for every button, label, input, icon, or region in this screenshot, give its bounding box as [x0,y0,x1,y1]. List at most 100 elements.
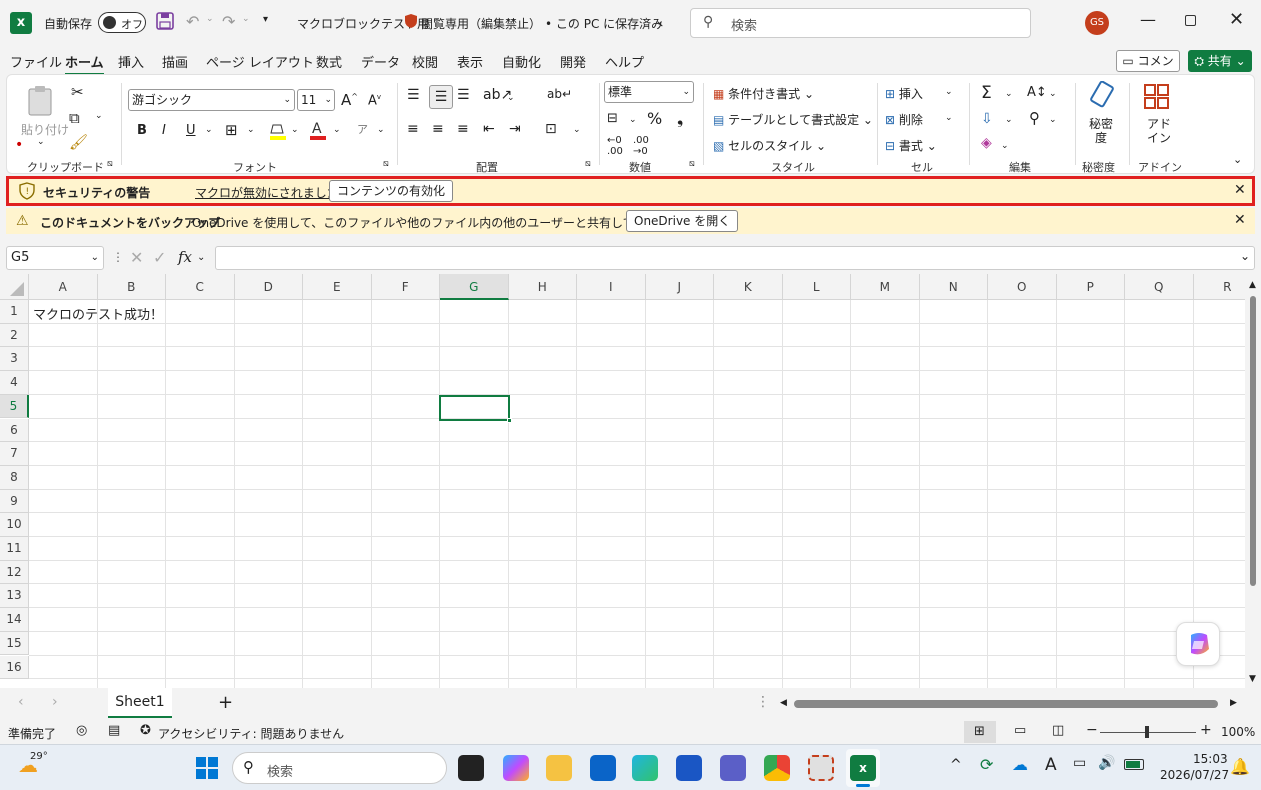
border-dropdown-icon[interactable]: ⌄ [247,125,255,135]
enable-content-button[interactable]: コンテンツの有効化 [329,180,454,202]
insert-function-button[interactable]: fx [178,248,192,266]
accounting-icon[interactable]: ⊟ [607,111,618,126]
store-icon[interactable] [676,755,702,781]
ime-icon[interactable]: A [1045,755,1057,775]
undo-icon[interactable]: ↶ [186,12,199,31]
column-header-l[interactable]: L [782,274,851,300]
find-icon[interactable]: ⚲ [1029,109,1040,127]
cell-a1[interactable]: マクロのテスト成功！ [33,304,163,323]
ribbon-collapse-icon[interactable]: ⌄ [1233,153,1242,166]
clipboard-launcher-icon[interactable]: ⧅ [107,159,113,169]
redo-icon[interactable]: ↷ [222,12,235,31]
scroll-left-icon[interactable]: ◀ [780,698,787,708]
autosum-dropdown-icon[interactable]: ⌄ [1005,89,1013,99]
close-icon[interactable]: ✕ [1229,9,1244,30]
bold-button[interactable]: B [137,123,147,138]
task-view-icon[interactable] [458,755,484,781]
row-header-14[interactable]: 14 [0,608,29,632]
column-header-q[interactable]: Q [1125,274,1194,300]
outlook-icon[interactable] [590,755,616,781]
tab-review[interactable]: 校閲 [412,52,438,71]
tab-help[interactable]: ヘルプ [605,52,644,71]
save-location[interactable]: • この PC に保存済み [545,15,663,32]
shrink-font-icon[interactable]: Av [368,93,381,108]
column-header-f[interactable]: F [371,274,440,300]
customize-qat-icon[interactable]: ▾ [263,14,268,25]
align-left-icon[interactable]: ≡ [407,121,419,137]
font-launcher-icon[interactable]: ⧅ [383,159,389,169]
clock-time[interactable]: 15:03 [1193,752,1228,766]
row-header-9[interactable]: 9 [0,489,29,514]
copy-icon[interactable]: ⧉ [69,109,80,127]
insert-cells-button[interactable]: ⊞ 挿入 [885,85,923,102]
row-header-1[interactable]: 1 [0,300,29,324]
sort-filter-icon[interactable]: A↕ [1027,85,1047,100]
column-header-k[interactable]: K [714,274,783,300]
scroll-down-icon[interactable]: ▼ [1249,674,1256,684]
clear-icon[interactable]: ◈ [981,135,992,151]
border-icon[interactable]: ⊞ [225,121,238,139]
display-icon[interactable]: ▭ [1073,755,1086,771]
formula-expand-icon[interactable]: ⌄ [1240,249,1250,263]
align-center-icon[interactable]: ≡ [432,121,444,137]
row-header-12[interactable]: 12 [0,560,29,585]
tray-overflow-icon[interactable]: ^ [950,757,962,773]
number-launcher-icon[interactable]: ⧅ [689,159,695,169]
copy-dropdown-icon[interactable]: ⌄ [95,111,103,121]
merge-center-icon[interactable]: ⊡ [545,121,557,137]
zoom-in-icon[interactable]: + [1200,722,1212,738]
clear-dropdown-icon[interactable]: ⌄ [1001,141,1009,151]
start-icon[interactable] [196,757,218,779]
function-dropdown-icon[interactable]: ⌄ [197,252,205,263]
alignment-launcher-icon[interactable]: ⧅ [585,159,591,169]
addins-button[interactable]: アド イン [1147,117,1171,145]
autosave-toggle[interactable]: オフ [98,12,146,33]
sensitivity-icon[interactable] [1089,81,1117,109]
underline-dropdown-icon[interactable]: ⌄ [205,125,213,135]
horizontal-scroll-thumb[interactable] [794,700,1218,708]
column-header-m[interactable]: M [851,274,920,300]
share-button[interactable]: ⛭ 共有 ⌄ [1188,50,1252,72]
spreadsheet-grid[interactable]: ABCDEFGHIJKLMNOPQR 1 2 3 4 5 6 7 8 9 10 11 12 13 14 15… [0,274,1261,688]
paste-dropdown-icon[interactable]: ⌄ [37,137,45,147]
enter-icon[interactable]: ✓ [153,248,166,267]
volume-icon[interactable]: 🔊 [1098,755,1115,771]
row-header-4[interactable]: 4 [0,371,29,395]
teams-icon[interactable] [720,755,746,781]
tab-file[interactable]: ファイル [10,52,62,71]
taskbar-search[interactable]: ⚲ 検索 [232,752,447,784]
column-header-p[interactable]: P [1056,274,1125,300]
fill-icon[interactable]: ⇩ [981,111,993,127]
number-format-select[interactable]: 標準 ⌄ [604,81,694,103]
fill-dropdown-icon[interactable]: ⌄ [291,125,299,135]
zoom-level[interactable]: 100% [1221,725,1255,739]
accessibility-status[interactable]: アクセシビリティ: 問題ありません [158,725,344,742]
row-header-8[interactable]: 8 [0,465,29,490]
zoom-out-icon[interactable]: − [1086,722,1098,738]
format-cells-button[interactable]: ⊟ 書式 ⌄ [885,137,937,154]
column-header-d[interactable]: D [234,274,303,300]
page-layout-view-icon[interactable]: ▭ [1014,723,1026,738]
scroll-right-icon[interactable]: ▶ [1230,698,1237,708]
addins-icon[interactable] [1143,83,1171,111]
tab-data[interactable]: データ [361,52,400,71]
restore-icon[interactable] [1185,15,1196,26]
column-header-n[interactable]: N [919,274,988,300]
column-header-h[interactable]: H [508,274,577,300]
snipping-tool-icon[interactable] [808,755,834,781]
open-onedrive-button[interactable]: OneDrive を開く [626,210,739,232]
m365-icon[interactable] [503,755,529,781]
row-header-16[interactable]: 16 [0,655,29,680]
phonetic-dropdown-icon[interactable]: ⌄ [377,125,385,135]
clock-date[interactable]: 2026/07/27 [1160,768,1229,782]
edge-icon[interactable] [632,755,658,781]
formula-input[interactable]: ⌄ [215,246,1255,270]
italic-button[interactable]: I [162,123,166,138]
accounting-dropdown-icon[interactable]: ⌄ [629,115,637,125]
workbook-stats-icon[interactable]: ▤ [108,723,120,738]
table-format-button[interactable]: ▤ テーブルとして書式設定 ⌄ [713,111,873,128]
row-header-10[interactable]: 10 [0,513,29,537]
insert-dropdown-icon[interactable]: ⌄ [945,87,953,97]
selected-cell-g5[interactable] [439,395,510,421]
phonetic-icon[interactable]: ア [357,121,368,137]
